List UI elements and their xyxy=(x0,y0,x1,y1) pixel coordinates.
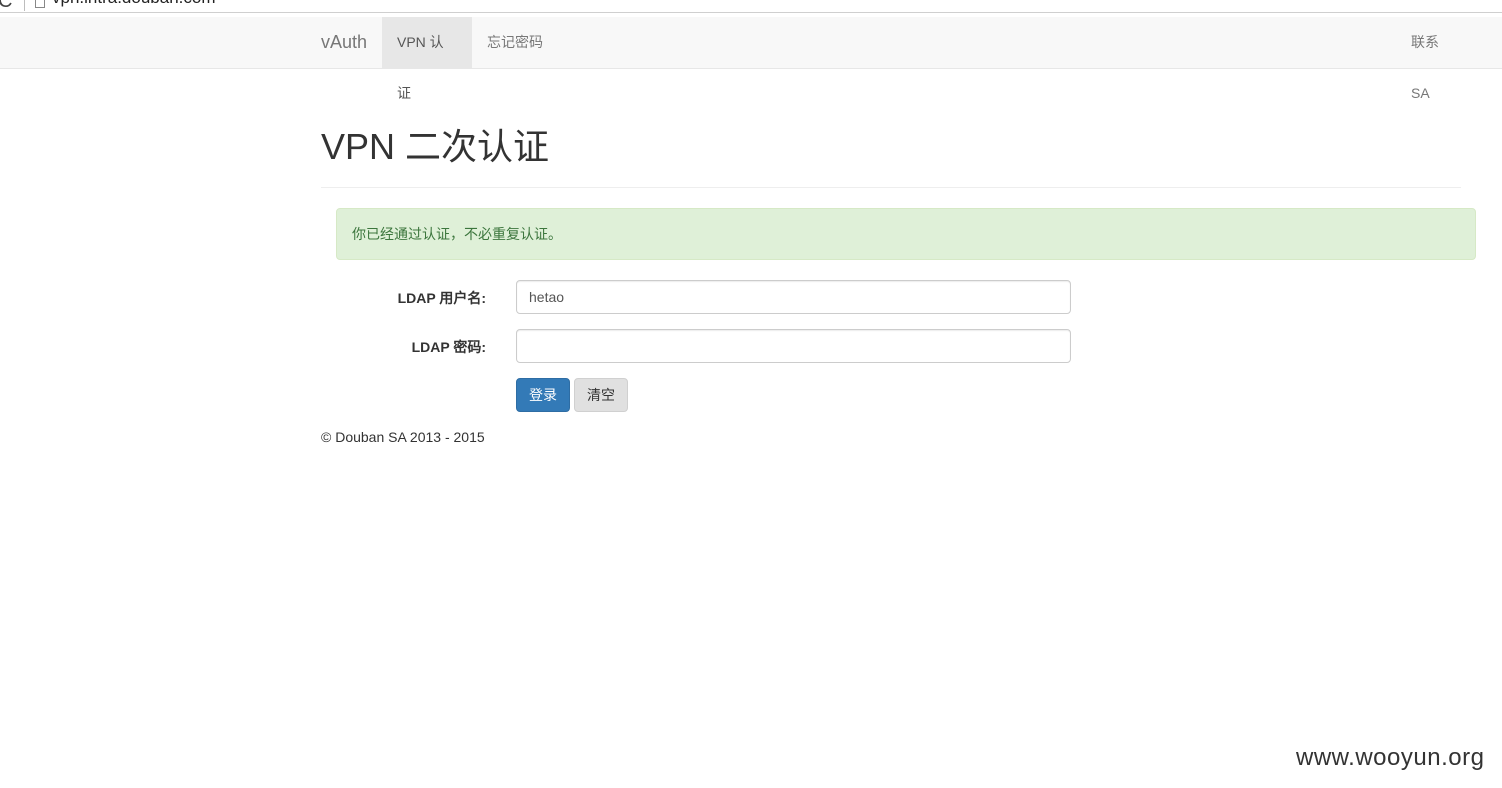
nav-item-vpn-auth[interactable]: VPN 认证 xyxy=(382,17,472,101)
clear-button[interactable]: 清空 xyxy=(574,378,628,412)
url-field[interactable]: vpn.intra.douban.com xyxy=(24,0,1502,11)
url-text[interactable]: vpn.intra.douban.com xyxy=(52,0,216,8)
login-button[interactable]: 登录 xyxy=(516,378,570,412)
top-navbar: vAuth VPN 认证 忘记密码 联系 SA xyxy=(0,17,1502,101)
password-input[interactable] xyxy=(516,329,1071,363)
nav-item-contact-sa[interactable]: 联系 SA xyxy=(1396,17,1476,101)
watermark-text: www.wooyun.org xyxy=(1296,744,1485,771)
brand-link[interactable]: vAuth xyxy=(321,17,367,68)
page-icon xyxy=(35,0,45,8)
browser-address-bar: C vpn.intra.douban.com xyxy=(0,0,1502,13)
footer-copyright: © Douban SA 2013 - 2015 xyxy=(321,429,485,445)
success-alert: 你已经通过认证，不必重复认证。 xyxy=(336,208,1476,260)
reload-icon[interactable]: C xyxy=(0,0,12,11)
username-label: LDAP 用户名: xyxy=(397,290,486,306)
page-header: VPN 二次认证 xyxy=(321,117,1461,188)
nav-item-forgot-password[interactable]: 忘记密码 xyxy=(472,17,558,68)
password-label: LDAP 密码: xyxy=(411,339,486,355)
page-title: VPN 二次认证 xyxy=(321,126,550,167)
username-input[interactable] xyxy=(516,280,1071,314)
